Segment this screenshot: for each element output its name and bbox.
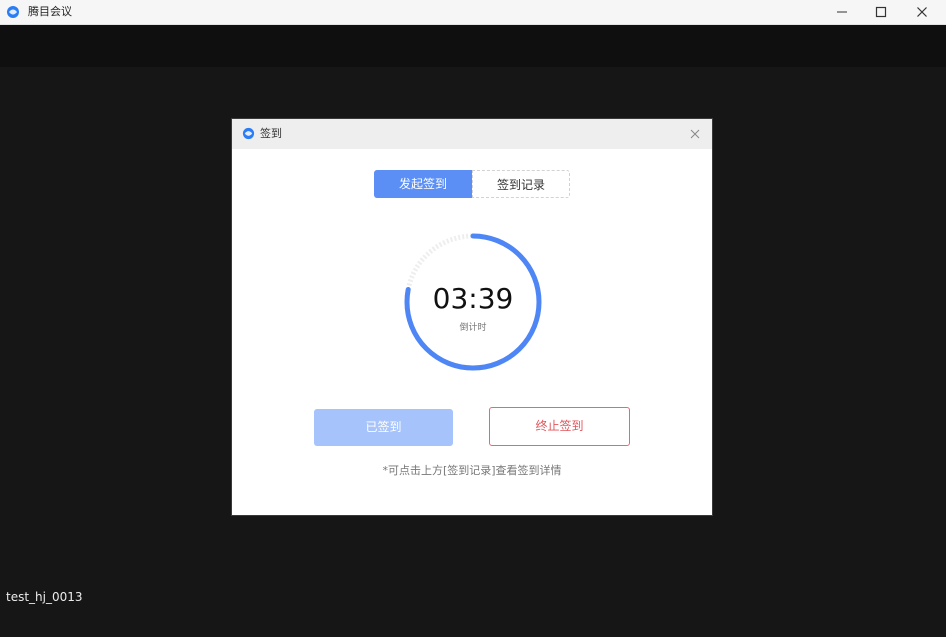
dialog-header: 签到: [232, 119, 712, 149]
maximize-button[interactable]: [861, 0, 901, 24]
minimize-icon: [837, 11, 847, 13]
stop-checkin-button[interactable]: 终止签到: [489, 407, 630, 446]
close-window-button[interactable]: [902, 0, 942, 24]
participant-name: test_hj_0013: [6, 590, 83, 604]
app-title: 腾目会议: [28, 5, 72, 18]
dialog-logo-icon: [242, 127, 255, 140]
checkin-hint: *可点击上方[签到记录]查看签到详情: [382, 464, 562, 477]
countdown-value: 03:39: [432, 282, 514, 315]
countdown-label: 倒计时: [459, 323, 487, 333]
tab-start-checkin[interactable]: 发起签到: [374, 170, 472, 198]
countdown-timer: 03:39 倒计时: [403, 232, 543, 372]
dialog-close-button[interactable]: [688, 127, 702, 141]
close-icon: [690, 129, 700, 139]
close-icon: [917, 7, 927, 17]
tab-checkin-records[interactable]: 签到记录: [472, 170, 570, 198]
checkin-dialog: 签到 发起签到 签到记录 03:39 倒计时 已签到 终止签到 *可点击上方[签…: [231, 118, 713, 516]
maximize-icon: [875, 6, 887, 18]
checkin-tabs: 发起签到 签到记录: [374, 170, 570, 198]
window-titlebar: 腾目会议: [0, 0, 946, 25]
stage-top-band: [0, 25, 946, 67]
minimize-button[interactable]: [822, 0, 862, 24]
signed-in-button[interactable]: 已签到: [314, 409, 453, 446]
dialog-title: 签到: [260, 127, 282, 140]
app-logo-icon: [7, 6, 19, 18]
